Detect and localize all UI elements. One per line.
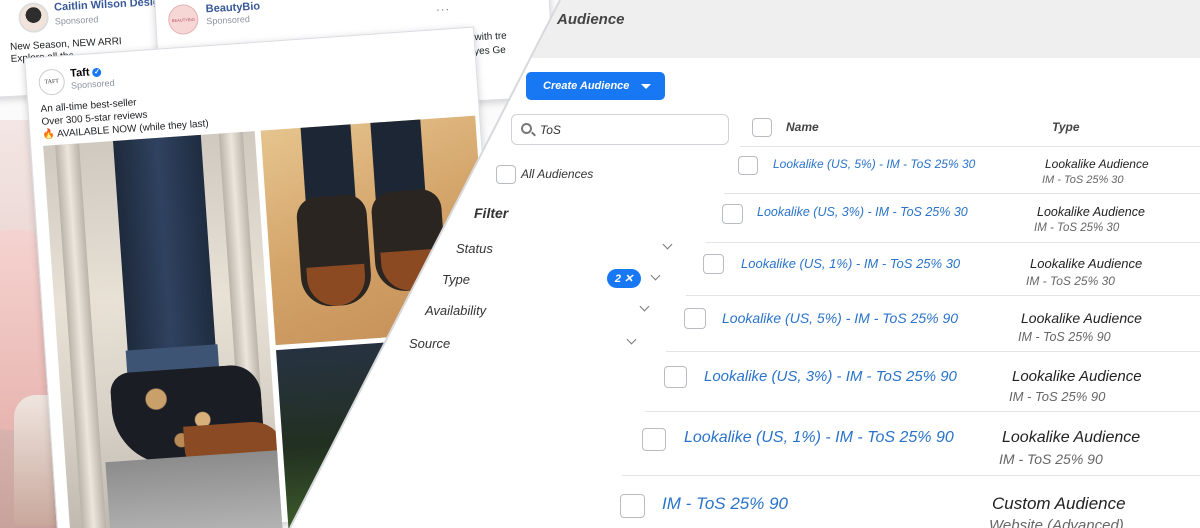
divider xyxy=(740,146,1200,147)
filter-source[interactable]: Source xyxy=(409,336,450,351)
audience-subtype: IM - ToS 25% 90 xyxy=(999,451,1103,467)
page-title: Audience xyxy=(557,11,625,28)
divider xyxy=(686,295,1200,296)
boot-image xyxy=(295,193,373,309)
column-header-type[interactable]: Type xyxy=(1052,120,1080,134)
divider xyxy=(724,193,1200,194)
background-pillar xyxy=(55,143,107,528)
row-checkbox[interactable] xyxy=(722,204,743,224)
divider xyxy=(666,351,1200,352)
sponsored-label: Sponsored xyxy=(206,14,251,27)
audience-type: Lookalike Audience xyxy=(1045,157,1149,171)
row-checkbox[interactable] xyxy=(620,494,645,518)
row-checkbox[interactable] xyxy=(738,156,758,175)
type-filter-count-badge[interactable]: 2 ✕ xyxy=(607,269,641,288)
row-checkbox[interactable] xyxy=(703,254,724,274)
audience-subtype: IM - ToS 25% 30 xyxy=(1034,222,1120,234)
audience-subtype: IM - ToS 25% 90 xyxy=(1018,330,1111,344)
filter-availability[interactable]: Availability xyxy=(425,303,486,318)
divider xyxy=(706,242,1200,243)
page-name[interactable]: Caitlin Wilson Design xyxy=(54,0,167,14)
sponsored-label: Sponsored xyxy=(54,14,99,27)
audience-name-link[interactable]: Lookalike (US, 3%) - IM - ToS 25% 30 xyxy=(757,205,968,219)
close-icon[interactable]: ✕ xyxy=(624,272,633,285)
create-audience-button[interactable]: Create Audience xyxy=(526,72,665,100)
page-avatar xyxy=(17,1,50,34)
audience-subtype: Website (Advanced) xyxy=(989,517,1124,528)
audience-subtype: IM - ToS 25% 30 xyxy=(1026,274,1115,288)
page-name-text: Taft xyxy=(69,66,90,80)
search-input[interactable] xyxy=(511,114,729,145)
audience-type: Lookalike Audience xyxy=(1012,368,1142,385)
sponsored-label: Sponsored xyxy=(70,77,115,91)
select-all-checkbox[interactable] xyxy=(752,118,772,137)
audience-type: Lookalike Audience xyxy=(1030,256,1143,271)
chevron-down-icon[interactable] xyxy=(639,301,650,312)
verified-badge-icon: ✓ xyxy=(92,67,102,78)
page-name[interactable]: Taft ✓ xyxy=(70,66,102,80)
audience-subtype: IM - ToS 25% 30 xyxy=(1042,174,1124,186)
audience-type: Lookalike Audience xyxy=(1021,310,1142,326)
chevron-down-icon[interactable] xyxy=(626,334,637,345)
stone-block-image xyxy=(105,449,283,528)
audience-name-link[interactable]: Lookalike (US, 1%) - IM - ToS 25% 30 xyxy=(741,256,960,271)
audience-name-link[interactable]: Lookalike (US, 5%) - IM - ToS 25% 30 xyxy=(773,157,975,171)
chevron-down-icon[interactable] xyxy=(662,239,673,250)
audience-name-link[interactable]: Lookalike (US, 1%) - IM - ToS 25% 90 xyxy=(684,429,954,447)
create-audience-label: Create Audience xyxy=(543,80,630,92)
badge-count: 2 xyxy=(614,272,621,285)
row-checkbox[interactable] xyxy=(684,308,706,329)
taft-logo-text: TAFT xyxy=(44,78,60,86)
all-audiences-label[interactable]: All Audiences xyxy=(521,167,593,181)
column-header-name[interactable]: Name xyxy=(786,120,819,134)
filter-type[interactable]: Type xyxy=(442,272,470,287)
audience-name-link[interactable]: Lookalike (US, 3%) - IM - ToS 25% 90 xyxy=(704,368,957,385)
page-avatar: TAFT xyxy=(37,68,66,96)
more-options-icon[interactable]: ··· xyxy=(436,4,451,17)
all-audiences-checkbox[interactable] xyxy=(496,165,516,184)
filter-status[interactable]: Status xyxy=(456,241,493,256)
row-checkbox[interactable] xyxy=(642,428,666,451)
audience-subtype: IM - ToS 25% 90 xyxy=(1009,389,1106,404)
avatar-logo-text: BEAUTYBIO xyxy=(171,16,195,23)
audience-type: Lookalike Audience xyxy=(1037,205,1145,219)
audience-name-link[interactable]: IM - ToS 25% 90 xyxy=(662,494,788,514)
row-checkbox[interactable] xyxy=(664,366,687,388)
product-photo-main[interactable] xyxy=(43,131,283,528)
chevron-down-icon[interactable] xyxy=(650,270,661,281)
divider xyxy=(645,411,1200,412)
audience-name-link[interactable]: Lookalike (US, 5%) - IM - ToS 25% 90 xyxy=(722,310,958,326)
page-avatar: BEAUTYBIO xyxy=(167,3,200,36)
divider xyxy=(622,475,1200,476)
dropdown-caret-icon xyxy=(641,83,652,89)
page-name[interactable]: BeautyBio xyxy=(205,0,260,15)
search-icon xyxy=(521,123,532,134)
audience-type: Custom Audience xyxy=(992,494,1126,513)
audience-type: Lookalike Audience xyxy=(1002,429,1141,446)
jeans-image xyxy=(112,131,217,366)
filter-title: Filter xyxy=(474,205,509,221)
